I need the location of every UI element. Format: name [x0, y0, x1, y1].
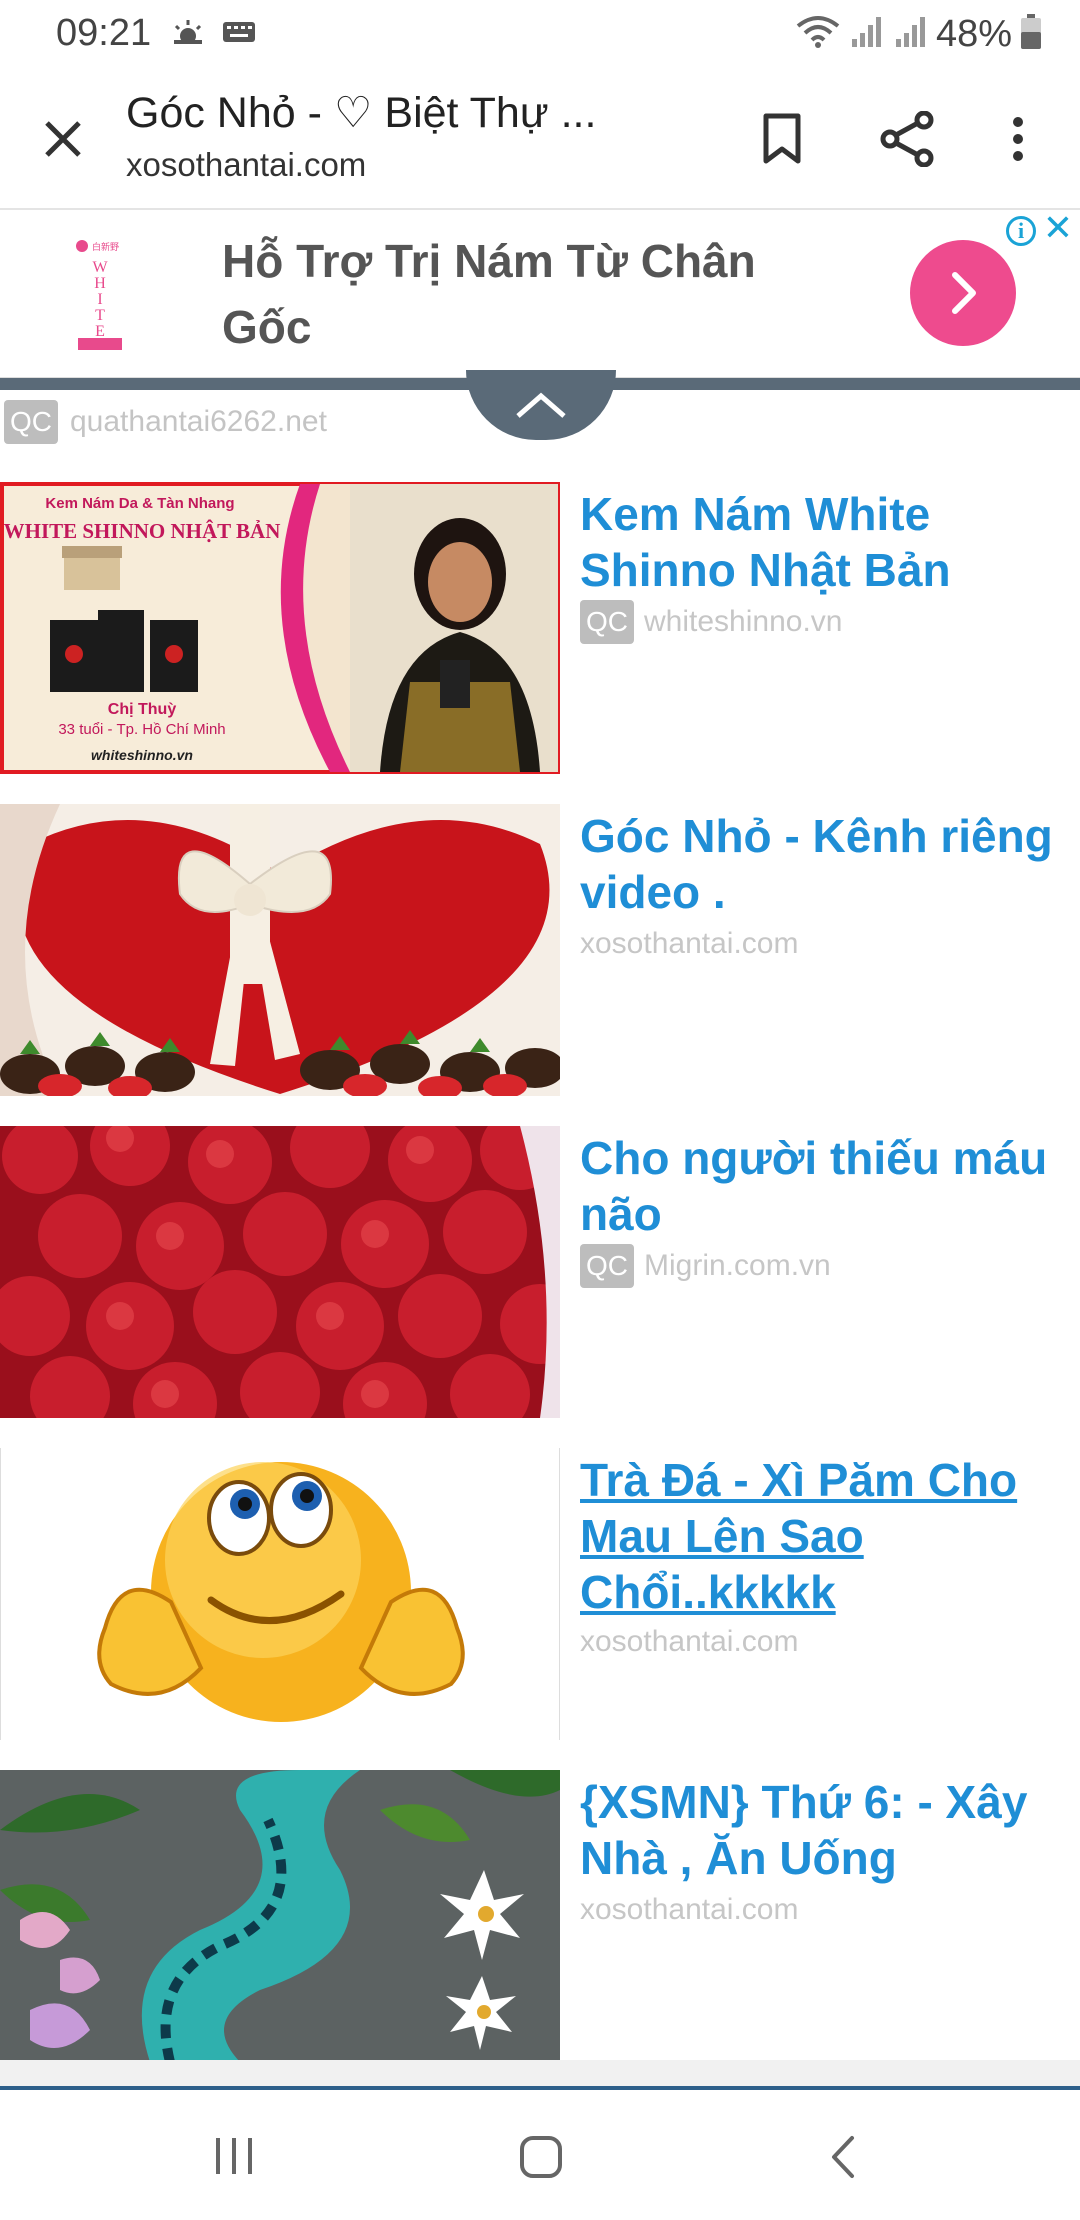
sponsor-domain: quathantai6262.net	[70, 405, 327, 438]
white-shinno-logo: 白新野 W H I T E	[70, 238, 130, 350]
svg-text:白新野: 白新野	[92, 241, 119, 253]
collapse-ad-button[interactable]	[466, 370, 616, 440]
article-source: xosothantai.com	[580, 922, 798, 966]
thumb-site: whiteshinno.vn	[91, 747, 193, 763]
list-item[interactable]: Kem Nám Da & Tàn Nhang WHITE SHINNO NHẬT…	[0, 482, 1080, 774]
battery-percent: 48%	[935, 12, 1012, 55]
source-domain: Migrin.com.vn	[644, 1249, 831, 1282]
article-source: xosothantai.com	[580, 1888, 798, 1932]
qc-badge: QC	[580, 600, 634, 644]
recents-button[interactable]	[212, 2136, 256, 2181]
list-item[interactable]: Cho người thiếu máu não QC Migrin.com.vn	[0, 1126, 1080, 1418]
svg-text:I: I	[97, 291, 102, 308]
more-options-button[interactable]	[990, 106, 1046, 172]
thumb-detail: 33 tuổi - Tp. Hồ Chí Minh	[58, 721, 225, 738]
home-button[interactable]	[518, 2134, 564, 2185]
list-item[interactable]: Trà Đá - Xì Păm Cho Mau Lên Sao Chổi..kk…	[0, 1448, 1080, 1740]
close-icon	[45, 121, 81, 157]
ad-close-icon[interactable]: ✕	[1042, 210, 1074, 246]
banner-go-button[interactable]	[910, 240, 1016, 346]
article-thumbnail[interactable]	[0, 1126, 560, 1418]
source-domain: xosothantai.com	[580, 927, 799, 960]
bookmark-icon	[763, 113, 801, 164]
home-icon	[520, 2136, 562, 2178]
article-thumbnail[interactable]	[0, 804, 560, 1096]
share-button[interactable]	[874, 106, 940, 172]
close-button[interactable]	[32, 108, 94, 170]
article-title[interactable]: {XSMN} Thứ 6: - Xây Nhà , Ăn Uống	[580, 1774, 1080, 1886]
weather-icon	[170, 18, 206, 53]
svg-text:H: H	[94, 275, 106, 292]
article-thumbnail[interactable]	[0, 1770, 560, 2062]
qc-badge: QC	[580, 1244, 634, 1288]
list-item[interactable]: Góc Nhỏ - Kênh riêng video . xosothantai…	[0, 804, 1080, 1096]
signal-icon	[848, 15, 884, 54]
article-thumbnail[interactable]: Kem Nám Da & Tàn Nhang WHITE SHINNO NHẬT…	[0, 482, 560, 774]
share-icon	[880, 111, 934, 167]
more-icon	[1013, 117, 1023, 161]
bookmark-button[interactable]	[752, 106, 812, 172]
chevron-up-icon	[516, 392, 566, 418]
status-icons: 48%	[796, 10, 1042, 58]
system-nav-bar	[0, 2090, 1080, 2220]
sponsor-row[interactable]: QC quathantai6262.net	[4, 400, 327, 444]
banner-headline[interactable]: Hỗ Trợ Trị Nám Từ Chân Gốc	[222, 228, 842, 360]
article-title[interactable]: Cho người thiếu máu não	[580, 1130, 1080, 1242]
svg-text:E: E	[95, 323, 105, 340]
article-source: xosothantai.com	[580, 1620, 798, 1664]
status-bar: 09:21 48%	[0, 0, 1080, 66]
article-source: QC Migrin.com.vn	[580, 1244, 831, 1288]
page-domain: xosothantai.com	[126, 146, 367, 183]
status-time: 09:21	[56, 12, 152, 54]
list-item[interactable]: {XSMN} Thứ 6: - Xây Nhà , Ăn Uống xosoth…	[0, 1770, 1080, 2062]
thumb-person: Chị Thuỳ	[108, 701, 177, 718]
banner-ad[interactable]: 白新野 W H I T E Hỗ Trợ Trị Nám Từ Chân Gốc	[0, 210, 1080, 378]
browser-header: Góc Nhỏ - ♡ Biệt Thự ... xosothantai.com	[0, 66, 1080, 210]
keyboard-icon	[222, 20, 256, 49]
article-title[interactable]: Trà Đá - Xì Păm Cho Mau Lên Sao Chổi..kk…	[580, 1452, 1080, 1620]
svg-text:W: W	[92, 259, 108, 276]
recents-icon	[216, 2138, 252, 2174]
page-title: Góc Nhỏ - ♡ Biệt Thự ...	[126, 89, 597, 137]
source-domain: whiteshinno.vn	[644, 605, 843, 638]
source-domain: xosothantai.com	[580, 1893, 799, 1926]
back-icon	[832, 2136, 854, 2178]
list-end-gap	[0, 2060, 1080, 2088]
battery-icon	[1020, 13, 1042, 55]
chevron-right-icon	[952, 272, 976, 314]
article-title[interactable]: Góc Nhỏ - Kênh riêng video .	[580, 808, 1080, 920]
thumb-line2: WHITE SHINNO NHẬT BẢN	[4, 519, 281, 543]
back-button[interactable]	[826, 2134, 858, 2185]
article-title[interactable]: Kem Nám White Shinno Nhật Bản	[580, 486, 1080, 598]
article-source: QC whiteshinno.vn	[580, 600, 842, 644]
thumb-line1: Kem Nám Da & Tàn Nhang	[45, 495, 234, 512]
svg-text:T: T	[95, 307, 105, 324]
ad-info-icon[interactable]: i	[1006, 216, 1036, 246]
source-domain: xosothantai.com	[580, 1625, 799, 1658]
article-thumbnail[interactable]	[0, 1448, 560, 1740]
qc-badge: QC	[4, 400, 58, 444]
signal-icon-2	[892, 15, 928, 54]
wifi-icon	[796, 14, 840, 55]
